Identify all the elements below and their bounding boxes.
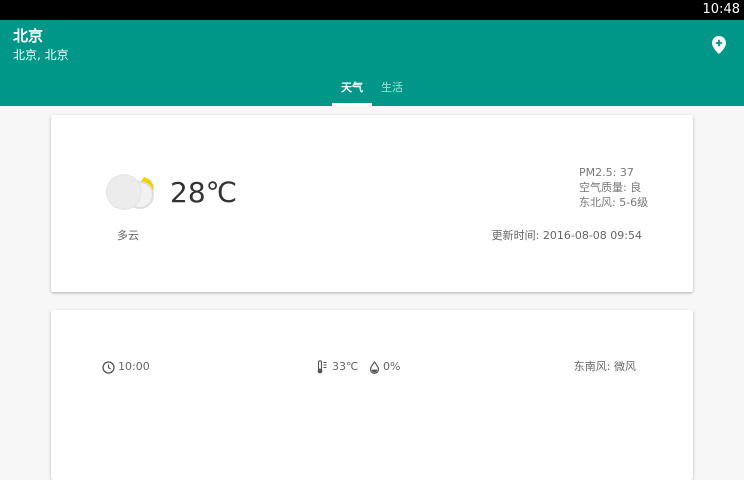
weather-condition: 多云 [117,229,139,242]
cloudy-sun-icon [104,171,158,211]
hourly-time-label: 10:00 [118,360,150,373]
air-info: PM2.5: 37 空气质量: 良 东北风: 5-6级 [579,165,648,210]
tab-weather[interactable]: 天气 [332,76,372,106]
city-subtitle: 北京, 北京 [13,48,69,62]
status-time: 10:48 [702,2,740,17]
pm25-value: PM2.5: 37 [579,166,634,179]
thermometer-icon [316,360,329,374]
current-temperature: 28℃ [170,176,238,209]
location-button[interactable] [707,33,731,57]
hourly-temperature-label: 33℃ [332,360,359,373]
status-bar: 10:48 [0,0,744,20]
tab-life[interactable]: 生活 [372,76,412,106]
raindrop-icon [369,360,380,374]
wind-info: 东北风: 5-6级 [579,196,649,209]
clock-icon [102,360,115,374]
city-title: 北京 [13,27,44,45]
tab-indicator [332,103,372,106]
app-bar: 北京 北京, 北京 天气 生活 [0,20,744,106]
hourly-rain-label: 0% [383,360,401,373]
hourly-forecast-card: 10:00 33℃ 0% 东南风: 微风 [51,310,693,480]
tab-bar: 天气 生活 [0,76,744,106]
update-time: 更新时间: 2016-08-08 09:54 [491,229,642,242]
air-quality: 空气质量: 良 [579,181,642,194]
hourly-time: 10:00 [102,359,150,375]
hourly-wind: 东南风: 微风 [573,360,636,373]
current-weather-card: 28℃ 多云 PM2.5: 37 空气质量: 良 东北风: 5-6级 更新时间:… [51,115,693,292]
hourly-rain: 0% [369,359,400,375]
location-pin-icon [712,36,726,54]
hourly-temperature: 33℃ [316,359,358,375]
